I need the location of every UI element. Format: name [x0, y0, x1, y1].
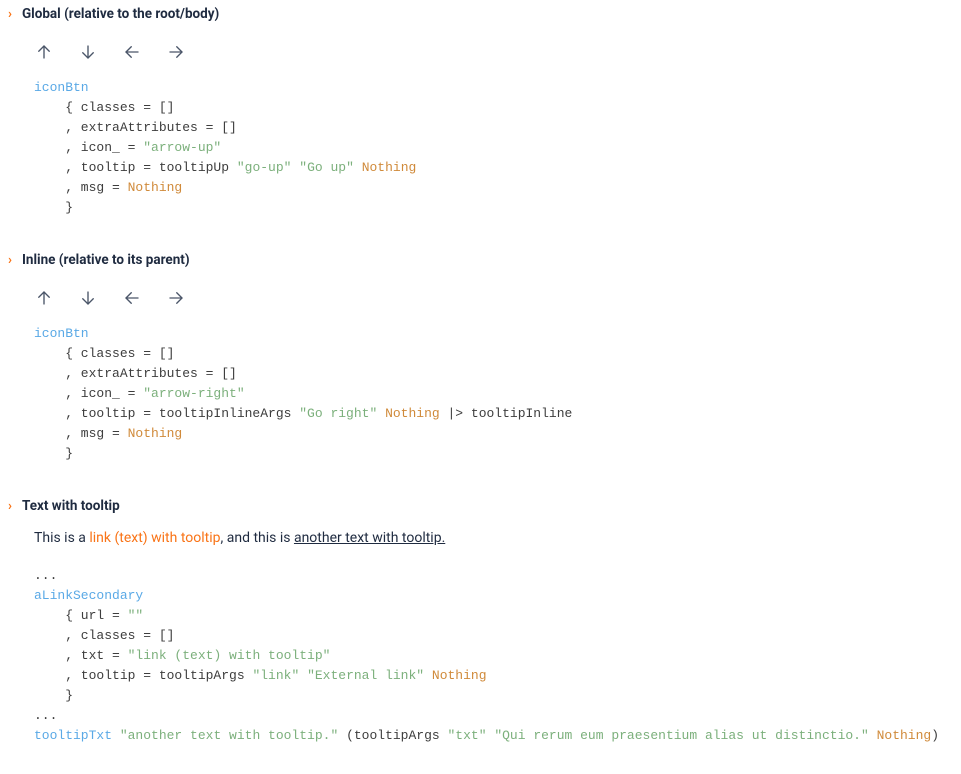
- code-kw: Nothing: [385, 406, 440, 421]
- arrow-up-icon[interactable]: [34, 288, 54, 308]
- code-str: "go-up": [237, 160, 292, 175]
- code-str: "Go up": [299, 160, 354, 175]
- code-block: ... aLinkSecondary { url = "" , classes …: [4, 566, 957, 746]
- text-fragment: , and this is: [221, 530, 294, 546]
- code-fn: iconBtn: [34, 80, 89, 95]
- code-str: "txt": [447, 728, 486, 743]
- code-line: , icon_ =: [34, 386, 143, 401]
- code-line: { url =: [34, 608, 128, 623]
- code-str: "arrow-right": [143, 386, 244, 401]
- code-fn: tooltipTxt: [34, 728, 112, 743]
- code-kw: Nothing: [877, 728, 932, 743]
- code-line: , extraAttributes = []: [34, 366, 237, 381]
- code-line: , tooltip = tooltipUp: [34, 160, 237, 175]
- code-kw: Nothing: [362, 160, 417, 175]
- section-header[interactable]: › Text with tooltip: [4, 492, 957, 520]
- code-line: { classes = []: [34, 346, 174, 361]
- chevron-right-icon: ›: [8, 8, 12, 21]
- section-header[interactable]: › Global (relative to the root/body): [4, 0, 957, 28]
- code-kw: Nothing: [128, 180, 183, 195]
- arrow-left-icon[interactable]: [122, 42, 142, 62]
- code-line: ...: [34, 708, 57, 723]
- code-str: "link": [252, 668, 299, 683]
- section-inline: › Inline (relative to its parent) iconBt…: [0, 246, 961, 492]
- icon-row: [4, 28, 957, 78]
- code-line: , classes = []: [34, 628, 174, 643]
- arrow-up-icon[interactable]: [34, 42, 54, 62]
- code-block: iconBtn { classes = [] , extraAttributes…: [4, 78, 957, 218]
- code-str: "link (text) with tooltip": [128, 648, 331, 663]
- section-title: Global (relative to the root/body): [22, 6, 219, 22]
- code-line: ...: [34, 568, 57, 583]
- example-link[interactable]: link (text) with tooltip: [89, 530, 220, 546]
- code-str: "arrow-up": [143, 140, 221, 155]
- arrow-right-icon[interactable]: [166, 288, 186, 308]
- section-global: › Global (relative to the root/body) ico…: [0, 0, 961, 246]
- section-header[interactable]: › Inline (relative to its parent): [4, 246, 957, 274]
- icon-row: [4, 274, 957, 324]
- code-str: "Go right": [299, 406, 377, 421]
- code-str: "another text with tooltip.": [120, 728, 338, 743]
- code-line: }: [34, 446, 73, 461]
- section-title: Text with tooltip: [22, 498, 120, 514]
- section-text-tooltip: › Text with tooltip This is a link (text…: [0, 492, 961, 774]
- code-line: , txt =: [34, 648, 128, 663]
- code-line: }: [34, 688, 73, 703]
- arrow-down-icon[interactable]: [78, 288, 98, 308]
- code-line: , msg =: [34, 426, 128, 441]
- code-line: , tooltip = tooltipInlineArgs: [34, 406, 299, 421]
- code-block: iconBtn { classes = [] , extraAttributes…: [4, 324, 957, 464]
- code-kw: Nothing: [432, 668, 487, 683]
- code-fn: aLinkSecondary: [34, 588, 143, 603]
- code-str: "Qui rerum eum praesentium alias ut dist…: [494, 728, 868, 743]
- code-line: }: [34, 200, 73, 215]
- code-line: , msg =: [34, 180, 128, 195]
- code-fn: iconBtn: [34, 326, 89, 341]
- code-line: { classes = []: [34, 100, 174, 115]
- section-title: Inline (relative to its parent): [22, 252, 190, 268]
- arrow-right-icon[interactable]: [166, 42, 186, 62]
- tooltip-text[interactable]: another text with tooltip.: [294, 530, 445, 546]
- chevron-right-icon: ›: [8, 254, 12, 267]
- code-line: , extraAttributes = []: [34, 120, 237, 135]
- arrow-left-icon[interactable]: [122, 288, 142, 308]
- example-text: This is a link (text) with tooltip, and …: [4, 520, 957, 566]
- code-str: "": [128, 608, 144, 623]
- code-str: "External link": [307, 668, 424, 683]
- text-fragment: This is a: [34, 530, 89, 546]
- code-line: , icon_ =: [34, 140, 143, 155]
- code-kw: Nothing: [128, 426, 183, 441]
- code-line: , tooltip = tooltipArgs: [34, 668, 252, 683]
- arrow-down-icon[interactable]: [78, 42, 98, 62]
- chevron-right-icon: ›: [8, 500, 12, 513]
